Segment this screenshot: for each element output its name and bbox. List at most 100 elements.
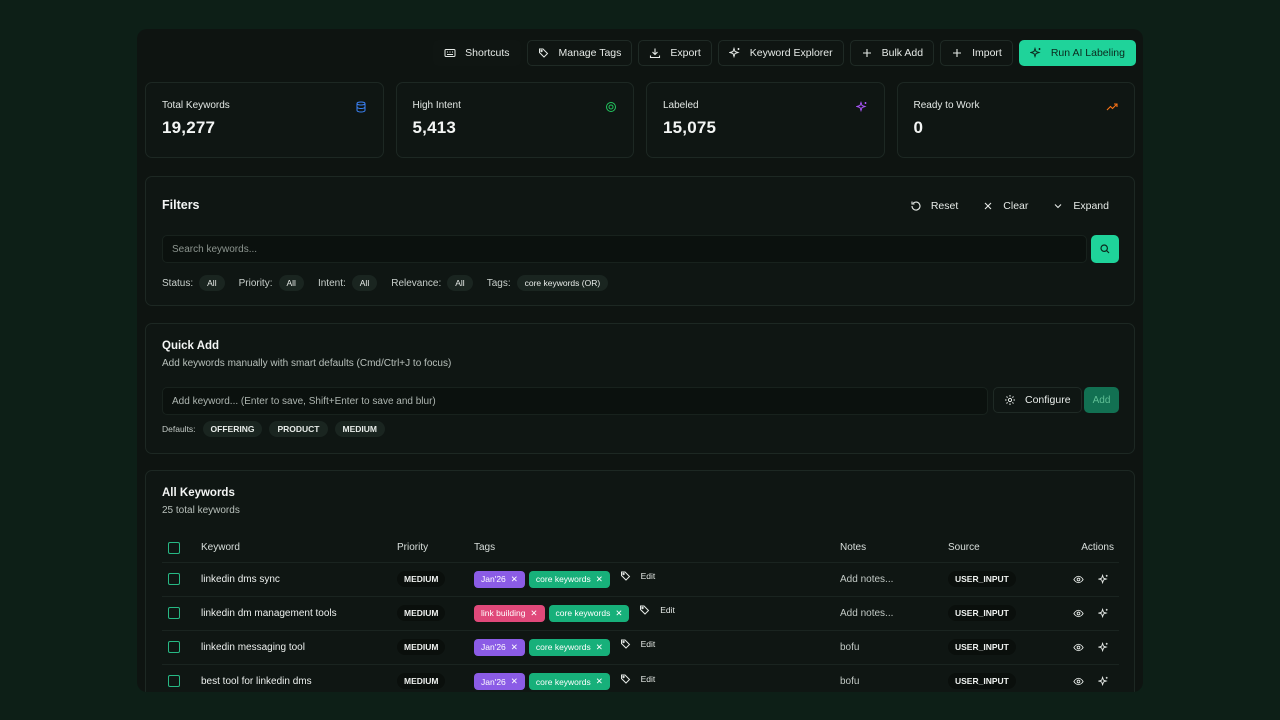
run-ai-labeling-button[interactable]: Run AI Labeling xyxy=(1018,40,1136,66)
keyword-explorer-label: Keyword Explorer xyxy=(749,47,833,59)
reset-button[interactable]: Reset xyxy=(901,194,967,218)
export-label: Export xyxy=(670,47,701,59)
priority-badge[interactable]: MEDIUM xyxy=(397,672,446,689)
tag-chip[interactable]: link building ✕ xyxy=(474,604,545,622)
quick-add-subtitle: Add keywords manually with smart default… xyxy=(162,358,452,369)
table-row[interactable]: linkedin dm management tools MEDIUM link… xyxy=(162,595,1119,630)
remove-tag-icon[interactable]: ✕ xyxy=(596,642,603,653)
clear-button[interactable]: Clear xyxy=(973,194,1037,218)
column-header-priority[interactable]: Priority xyxy=(397,534,474,562)
tag-chip[interactable]: core keywords ✕ xyxy=(548,604,630,622)
remove-tag-icon[interactable]: ✕ xyxy=(511,676,518,687)
tag-chip[interactable]: core keywords ✕ xyxy=(528,570,610,588)
default-chip: PRODUCT xyxy=(269,421,328,437)
remove-tag-icon[interactable]: ✕ xyxy=(596,676,603,687)
source-badge: USER_INPUT xyxy=(948,672,1016,689)
tags-cell: Jan'26 ✕ core keywords ✕ Edit xyxy=(474,561,840,596)
tag-label: Jan'26 xyxy=(481,642,506,653)
status-filter-chip[interactable]: All xyxy=(199,275,225,291)
search-button[interactable] xyxy=(1091,235,1119,263)
row-checkbox[interactable] xyxy=(168,675,180,688)
table-row[interactable]: linkedin messaging tool MEDIUM Jan'26 ✕ co… xyxy=(162,629,1119,664)
edit-tags-button[interactable]: Edit xyxy=(620,570,655,582)
quick-add-input[interactable]: Add keyword... (Enter to save, Shift+Ent… xyxy=(162,387,988,415)
tag-chip[interactable]: core keywords ✕ xyxy=(528,638,610,656)
priority-filter-chip[interactable]: All xyxy=(278,275,304,291)
edit-tags-button[interactable]: Edit xyxy=(620,673,656,685)
tags-cell: Jan'26 ✕ core keywords ✕ Edit xyxy=(474,629,840,664)
notes-cell[interactable]: Add notes... xyxy=(840,561,948,596)
configure-button[interactable]: Configure xyxy=(993,387,1082,413)
row-checkbox[interactable] xyxy=(168,573,180,585)
tag-chip[interactable]: Jan'26 ✕ xyxy=(474,638,525,656)
sparkle-icon[interactable] xyxy=(1097,573,1109,585)
column-header-source[interactable]: Source xyxy=(948,534,1046,562)
defaults-row: Defaults: OFFERING PRODUCT MEDIUM xyxy=(162,421,385,437)
stat-value: 15,075 xyxy=(663,118,717,137)
table-row[interactable]: best tool for linkedin dms MEDIUM Jan'26… xyxy=(162,663,1119,692)
sparkle-icon[interactable] xyxy=(1097,641,1109,653)
status-filter-label: Status: xyxy=(162,277,194,289)
priority-badge[interactable]: MEDIUM xyxy=(397,604,446,621)
priority-badge[interactable]: MEDIUM xyxy=(397,570,446,587)
edit-tags-button[interactable]: Edit xyxy=(620,638,655,650)
notes-cell[interactable]: bofu xyxy=(840,663,948,692)
search-placeholder: Search keywords... xyxy=(172,243,258,255)
keywords-table: Keyword Priority Tags Notes Source Actio… xyxy=(162,534,1119,692)
remove-tag-icon[interactable]: ✕ xyxy=(596,574,603,585)
row-checkbox[interactable] xyxy=(168,607,180,619)
default-chip: OFFERING xyxy=(202,421,263,437)
search-input[interactable]: Search keywords... xyxy=(162,235,1087,263)
edit-tags-button[interactable]: Edit xyxy=(639,604,675,616)
gear-icon xyxy=(1004,394,1016,406)
eye-icon[interactable] xyxy=(1072,641,1084,653)
column-header-actions: Actions xyxy=(1081,542,1114,554)
stat-label: Total Keywords xyxy=(162,100,230,111)
edit-label: Edit xyxy=(640,673,656,684)
stat-label: Ready to Work xyxy=(913,100,980,111)
remove-tag-icon[interactable]: ✕ xyxy=(615,608,622,619)
tag-chip[interactable]: Jan'26 ✕ xyxy=(474,570,525,588)
export-button[interactable]: Export xyxy=(638,40,712,66)
stat-label: High Intent xyxy=(412,100,461,111)
column-header-keyword[interactable]: Keyword xyxy=(201,534,397,562)
tag-label: link building xyxy=(481,608,526,619)
tags-filter-chip[interactable]: core keywords (OR) xyxy=(516,275,609,291)
stat-value: 19,277 xyxy=(162,118,216,137)
configure-label: Configure xyxy=(1025,394,1071,406)
keyword-explorer-button[interactable]: Keyword Explorer xyxy=(717,40,844,66)
manage-tags-label: Manage Tags xyxy=(558,47,622,59)
notes-cell[interactable]: Add notes... xyxy=(840,595,948,630)
bulk-add-button[interactable]: Bulk Add xyxy=(849,40,935,66)
row-actions xyxy=(1046,675,1119,687)
tag-chip[interactable]: Jan'26 ✕ xyxy=(474,673,525,690)
remove-tag-icon[interactable]: ✕ xyxy=(511,574,518,585)
table-row[interactable]: linkedin dms sync MEDIUM Jan'26 ✕ core key… xyxy=(162,561,1119,596)
sparkle-icon[interactable] xyxy=(1097,607,1109,619)
intent-filter-chip[interactable]: All xyxy=(351,275,378,291)
tag-chip[interactable]: core keywords ✕ xyxy=(528,673,610,690)
keyword-cell: linkedin dms sync xyxy=(201,561,397,596)
relevance-filter-chip[interactable]: All xyxy=(447,275,473,291)
select-all-checkbox[interactable] xyxy=(168,541,180,554)
keyboard-icon xyxy=(444,47,456,59)
row-checkbox[interactable] xyxy=(168,641,180,653)
source-badge: USER_INPUT xyxy=(948,604,1016,621)
eye-icon[interactable] xyxy=(1072,607,1084,619)
search-icon xyxy=(1099,243,1111,255)
expand-button[interactable]: Expand xyxy=(1043,194,1118,218)
shortcuts-button[interactable]: Shortcuts xyxy=(433,40,521,66)
remove-tag-icon[interactable]: ✕ xyxy=(530,608,537,619)
import-button[interactable]: Import xyxy=(940,40,1013,66)
priority-filter-label: Priority: xyxy=(238,277,273,289)
manage-tags-button[interactable]: Manage Tags xyxy=(526,40,633,66)
add-button[interactable]: Add xyxy=(1084,387,1119,413)
sparkle-icon[interactable] xyxy=(1097,675,1109,687)
eye-icon[interactable] xyxy=(1072,573,1084,585)
notes-cell[interactable]: bofu xyxy=(840,629,948,664)
tag-label: Jan'26 xyxy=(481,676,506,687)
priority-badge[interactable]: MEDIUM xyxy=(397,638,446,655)
eye-icon[interactable] xyxy=(1072,675,1084,687)
target-icon xyxy=(605,101,617,113)
remove-tag-icon[interactable]: ✕ xyxy=(511,642,518,653)
